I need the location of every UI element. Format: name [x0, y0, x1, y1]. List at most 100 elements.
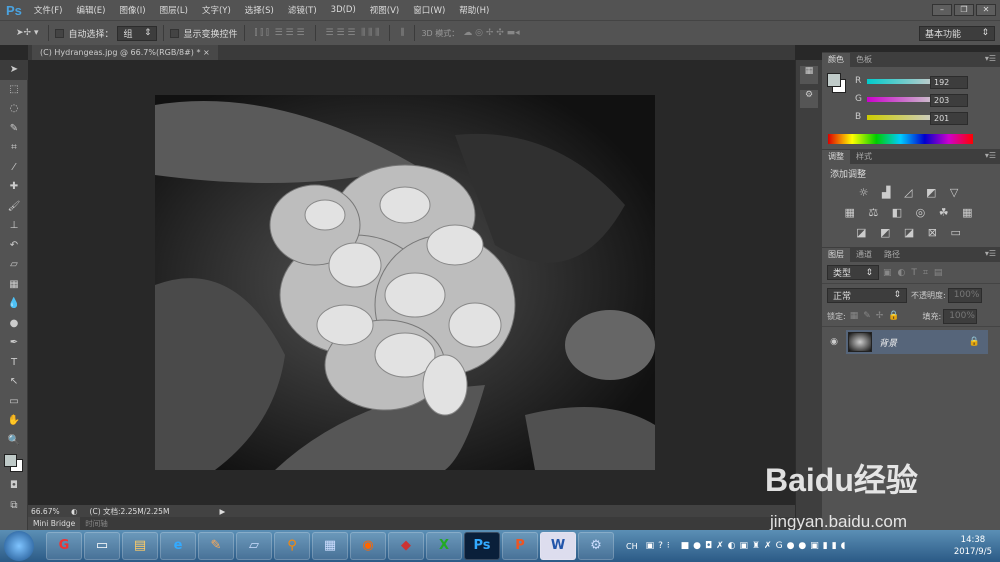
show-transform-checkbox[interactable] — [170, 28, 180, 38]
tab-swatches[interactable]: 色板 — [850, 53, 878, 67]
menu-image[interactable]: 图像(I) — [119, 4, 145, 16]
close-tab-icon[interactable]: × — [203, 48, 210, 57]
share-icon[interactable]: ◐ — [71, 507, 78, 516]
taskbar-app-search[interactable]: ⚲ — [274, 532, 310, 560]
g-value-input[interactable]: 203 — [930, 94, 968, 107]
menu-help[interactable]: 帮助(H) — [459, 4, 489, 16]
tab-paths[interactable]: 路径 — [878, 248, 906, 262]
document-tab-title: (C) Hydrangeas.jpg @ 66.7%(RGB/8#) * — [40, 48, 201, 57]
menu-file[interactable]: 文件(F) — [34, 4, 63, 16]
lasso-tool-icon[interactable]: ◌ — [0, 99, 28, 119]
r-value-input[interactable]: 192 — [930, 76, 968, 89]
color-spectrum[interactable] — [828, 134, 973, 144]
taskbar-app-calculator[interactable]: ▦ — [312, 532, 348, 560]
crop-tool-icon[interactable]: ⌗ — [0, 138, 28, 158]
menu-window[interactable]: 窗口(W) — [413, 4, 445, 16]
taskbar-app-explorer[interactable]: ▤ — [122, 532, 158, 560]
layer-row[interactable]: ◉ 背景 🔒 — [822, 330, 1000, 354]
taskbar-app-paint[interactable]: ✎ — [198, 532, 234, 560]
healing-tool-icon[interactable]: ✚ — [0, 177, 28, 197]
path-select-tool-icon[interactable]: ↖ — [0, 372, 28, 392]
menu-select[interactable]: 选择(S) — [245, 4, 274, 16]
quick-mask-icon[interactable]: ◘ — [0, 476, 28, 496]
move-tool-icon[interactable]: ➤✢ ▾ — [16, 28, 38, 38]
eraser-tool-icon[interactable]: ▱ — [0, 255, 28, 275]
auto-select-checkbox[interactable] — [55, 28, 65, 38]
lock-icons[interactable]: ▦✎✢🔒 — [850, 311, 905, 321]
type-tool-icon[interactable]: T — [0, 353, 28, 373]
menu-3d[interactable]: 3D(D) — [331, 5, 356, 15]
menu-filter[interactable]: 滤镜(T) — [288, 4, 317, 16]
quick-select-tool-icon[interactable]: ✎ — [0, 119, 28, 139]
taskbar-app-notes[interactable]: ▱ — [236, 532, 272, 560]
foreground-color-swatch[interactable] — [827, 73, 841, 87]
dodge-tool-icon[interactable]: ● — [0, 314, 28, 334]
workspace-dropdown[interactable]: 基本功能 ⇕ — [919, 25, 995, 41]
menu-view[interactable]: 视图(V) — [370, 4, 399, 16]
b-value-input[interactable]: 201 — [930, 112, 968, 125]
tab-styles[interactable]: 样式 — [850, 150, 878, 164]
maximize-button[interactable]: ❐ — [954, 4, 974, 16]
taskbar-app-firefox[interactable]: ◉ — [350, 532, 386, 560]
tab-mini-bridge[interactable]: Mini Bridge — [28, 517, 81, 530]
start-button[interactable] — [4, 531, 34, 561]
shape-tool-icon[interactable]: ▭ — [0, 392, 28, 412]
menu-type[interactable]: 文字(Y) — [202, 4, 231, 16]
adjustment-icons[interactable]: ☼ ▟ ◿ ◩ ▽ ▦ ⚖ ◧ ◎ ☘ ▦ ◪ ◩ ◪ ⊠ ▭ — [822, 183, 1000, 243]
language-indicator[interactable]: CH — [626, 542, 638, 551]
panel-menu-icon[interactable]: ▾☰ — [985, 151, 996, 160]
history-brush-icon[interactable]: ↶ — [0, 236, 28, 256]
close-button[interactable]: ✕ — [976, 4, 996, 16]
history-panel-icon[interactable]: ▦ — [800, 66, 818, 84]
tab-color[interactable]: 颜色 — [822, 53, 850, 67]
gradient-tool-icon[interactable]: ▦ — [0, 275, 28, 295]
tab-channels[interactable]: 通道 — [850, 248, 878, 262]
panel-menu-icon[interactable]: ▾☰ — [985, 249, 996, 258]
distribute-icons[interactable]: ☰ ☰ ☰ ⫼ ⫼ ⫼ — [326, 28, 380, 38]
properties-panel-icon[interactable]: ⚙ — [800, 90, 818, 108]
move-tool-icon[interactable]: ➤ — [0, 60, 28, 80]
panel-menu-icon[interactable]: ▾☰ — [985, 54, 996, 63]
taskbar-app-remote[interactable]: ▭ — [84, 532, 120, 560]
eyedropper-tool-icon[interactable]: ⁄ — [0, 158, 28, 178]
fill-input[interactable]: 100% — [943, 308, 978, 324]
taskbar-app-browser[interactable]: G — [46, 532, 82, 560]
taskbar-app-excel[interactable]: X — [426, 532, 462, 560]
taskbar-app-powerpoint[interactable]: P — [502, 532, 538, 560]
zoom-level[interactable]: 66.67% — [31, 507, 71, 516]
blur-tool-icon[interactable]: 💧 — [0, 294, 28, 314]
tab-layers[interactable]: 图层 — [822, 248, 850, 262]
stamp-tool-icon[interactable]: ⊥ — [0, 216, 28, 236]
brush-tool-icon[interactable]: 🖌 — [0, 197, 28, 217]
minimize-button[interactable]: – — [932, 4, 952, 16]
layer-filter-dropdown[interactable]: 类型 ⇕ — [827, 265, 879, 280]
taskbar-app-word[interactable]: W — [540, 532, 576, 560]
tab-timeline[interactable]: 时间轴 — [80, 517, 113, 530]
taskbar-app-photoshop[interactable]: Ps — [464, 532, 500, 560]
system-tray-icons[interactable]: ▣?⁝ ■●◘✗◐▣♜✗G●●▣▮▮◖ — [646, 541, 850, 551]
taskbar-app-ie[interactable]: e — [160, 532, 196, 560]
layer-filter-icons[interactable]: ▣◐T⌗▤ — [883, 268, 948, 278]
auto-select-dropdown[interactable]: 组 ⇕ — [117, 25, 158, 41]
taskbar-app-control-panel[interactable]: ⚙ — [578, 532, 614, 560]
blend-mode-dropdown[interactable]: 正常 ⇕ — [827, 287, 907, 303]
zoom-tool-icon[interactable]: 🔍 — [0, 431, 28, 451]
opacity-input[interactable]: 100% — [947, 287, 982, 303]
menu-layer[interactable]: 图层(L) — [160, 4, 188, 16]
3d-tools-icons[interactable]: ☁ ◎ ✢ ✣ ▬◂ — [463, 28, 519, 38]
pen-tool-icon[interactable]: ✒ — [0, 333, 28, 353]
hand-tool-icon[interactable]: ✋ — [0, 411, 28, 431]
taskbar-app-tool[interactable]: ◆ — [388, 532, 424, 560]
status-menu-arrow-icon[interactable]: ▶ — [220, 507, 226, 516]
eye-icon[interactable]: ◉ — [822, 337, 846, 347]
marquee-tool-icon[interactable]: ⬚ — [0, 80, 28, 100]
clock[interactable]: 14:38 2017/9/5 — [954, 534, 992, 558]
document-canvas-image[interactable] — [155, 95, 655, 470]
tab-adjustments[interactable]: 调整 — [822, 150, 850, 164]
align-icons[interactable]: ⫿ ⫿ ⫿ ☰ ☰ ☰ — [255, 28, 305, 38]
auto-align-icon[interactable]: ⫼ — [400, 28, 404, 38]
screen-mode-icon[interactable]: ⧉ — [0, 496, 28, 516]
document-tab[interactable]: (C) Hydrangeas.jpg @ 66.7%(RGB/8#) * × — [32, 45, 218, 60]
color-swatches[interactable] — [0, 450, 27, 476]
menu-edit[interactable]: 编辑(E) — [76, 4, 105, 16]
